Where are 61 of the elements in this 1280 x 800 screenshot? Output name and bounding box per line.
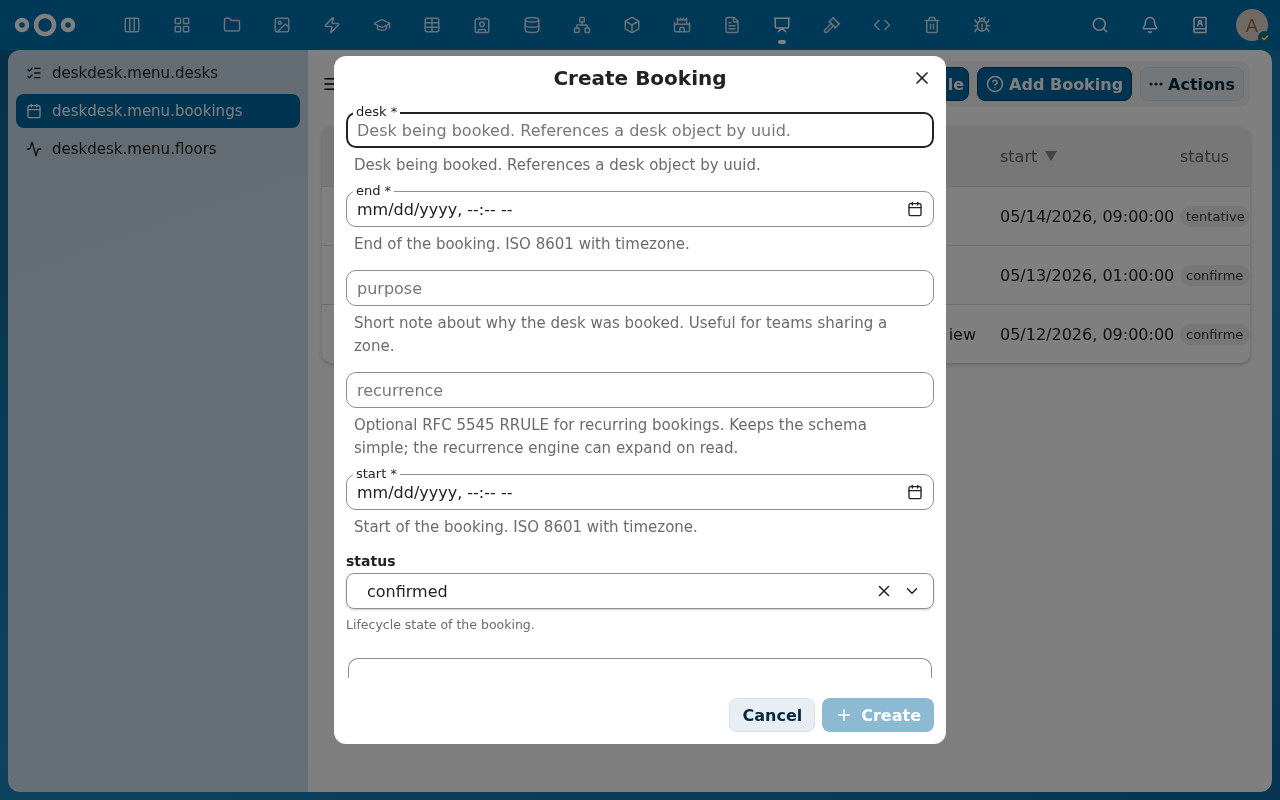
help-text: Lifecycle state of the booking. [346,617,536,632]
input-field[interactable]: recurrence [346,372,934,408]
bug-icon [973,16,991,34]
sidebar-item[interactable]: deskdesk.menu.bookings [16,94,300,128]
help-text: Short note about why the desk was booked. Useful for teams sharing a zone. [353,313,889,357]
column-header[interactable]: start [1000,146,1180,166]
checklist-icon [26,65,42,81]
toolbar-button[interactable]: Actions [1140,67,1244,101]
easel-icon [773,16,791,34]
field-label: desk * [353,104,401,119]
network-icon [573,16,591,34]
activity-icon [26,141,42,157]
help-text: Desk being booked. References a desk object by uuid. [353,155,762,176]
calendar-icon [26,103,42,119]
user-avatar[interactable]: A [1236,9,1268,41]
toolbar-button[interactable]: Add Booking [977,67,1133,101]
help-icon [986,75,1005,93]
table-cell-text: 05/14/2026, 09:00:00 [1000,206,1176,226]
image-icon [273,16,291,34]
sort-descending-icon [1045,151,1058,161]
database-icon [523,16,541,34]
help-text: Start of the booking. ISO 8601 with timezone. [353,517,699,538]
logo-icon[interactable] [14,12,76,38]
more-icon [1149,82,1164,86]
search-icon [1091,16,1109,34]
contact-book-icon [1191,16,1209,34]
dialog-title: Create Booking [553,66,727,90]
lightning-icon [323,16,341,34]
castle-icon [673,16,691,34]
table-icon [423,16,441,34]
cube-icon [623,16,641,34]
sidebar-item[interactable]: deskdesk.menu.floors [16,132,300,166]
columns-icon [123,16,141,34]
calendar-icon[interactable] [907,484,923,500]
sidebar-item[interactable]: deskdesk.menu.desks [16,56,300,90]
help-text: Optional RFC 5545 RRULE for recurring bookings. Keeps the schema simple; the recurrence engine can expand on read. [353,415,868,459]
status-tag: confirme [1180,264,1250,286]
grid-icon [173,16,191,34]
table-cell-text: iew [948,324,977,344]
column-header[interactable]: status [1180,146,1250,166]
avatar-initial: A [1245,14,1259,36]
status-tag: tentative [1180,205,1250,227]
field-label: start * [353,466,400,481]
status-tag: confirme [1180,323,1250,345]
select-field[interactable]: confirmed [346,573,934,609]
gavel-icon [823,16,841,34]
table-cell-text: 05/13/2026, 01:00:00 [1000,265,1176,285]
trash-icon [923,16,941,34]
calendar-icon[interactable] [907,201,923,217]
document-icon [723,16,741,34]
input-field[interactable] [348,658,932,678]
graduation-cap-icon [373,16,391,34]
field-label: end * [353,183,395,198]
folder-icon [223,16,241,34]
cancel-button[interactable]: Cancel [729,698,816,732]
field-label: status [346,553,397,569]
bell-icon [1141,16,1159,34]
help-text: End of the booking. ISO 8601 with timezone. [353,234,691,255]
contact-card-icon [473,16,491,34]
table-cell-text: 05/12/2026, 09:00:00 [1000,324,1176,344]
input-field[interactable]: purpose [346,270,934,306]
